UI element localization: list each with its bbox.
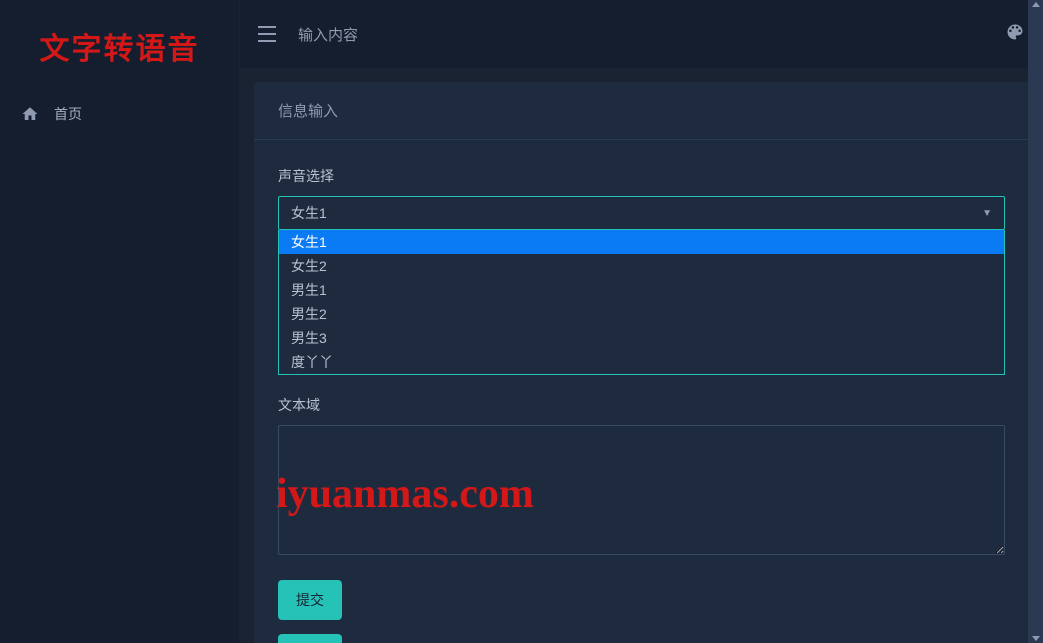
voice-option[interactable]: 男生3	[279, 326, 1004, 350]
voice-dropdown: 女生1 女生2 男生1 男生2 男生3 度丫丫	[278, 230, 1005, 375]
voice-option[interactable]: 男生1	[279, 278, 1004, 302]
content: 信息输入 声音选择 女生1 ▼ 女生1 女生2 男生1	[240, 68, 1043, 643]
voice-select[interactable]: 女生1 ▼ 女生1 女生2 男生1 男生2 男生3 度丫丫	[278, 196, 1005, 375]
sidebar-item-home[interactable]: 首页	[0, 92, 239, 136]
voice-select-label: 声音选择	[278, 166, 1005, 186]
main-area: 输入内容 信息输入 声音选择 女生1 ▼	[240, 0, 1043, 643]
menu-toggle-icon[interactable]	[258, 22, 282, 46]
logo: 文字转语音	[0, 0, 239, 92]
voice-option[interactable]: 度丫丫	[279, 350, 1004, 374]
voice-select-value: 女生1	[291, 203, 327, 223]
scrollbar[interactable]	[1028, 0, 1043, 643]
voice-select-display[interactable]: 女生1 ▼	[278, 196, 1005, 230]
voice-option[interactable]: 男生2	[279, 302, 1004, 326]
theme-palette-icon[interactable]	[1005, 22, 1025, 47]
voice-option[interactable]: 女生1	[279, 230, 1004, 254]
form-card: 信息输入 声音选择 女生1 ▼ 女生1 女生2 男生1	[254, 82, 1029, 643]
sidebar-item-label: 首页	[54, 104, 82, 124]
topbar: 输入内容	[240, 0, 1043, 68]
logo-text: 文字转语音	[20, 24, 219, 68]
download-button[interactable]: 下载	[278, 634, 342, 643]
text-input[interactable]	[278, 425, 1005, 555]
chevron-down-icon: ▼	[982, 208, 992, 219]
scroll-up-icon[interactable]	[1032, 2, 1040, 7]
submit-button[interactable]: 提交	[278, 580, 342, 620]
home-icon	[20, 104, 40, 124]
voice-option[interactable]: 女生2	[279, 254, 1004, 278]
breadcrumb: 输入内容	[298, 24, 358, 45]
card-title: 信息输入	[254, 82, 1029, 140]
textarea-label: 文本域	[278, 395, 1005, 415]
scroll-down-icon[interactable]	[1032, 636, 1040, 641]
sidebar: 文字转语音 首页	[0, 0, 240, 643]
